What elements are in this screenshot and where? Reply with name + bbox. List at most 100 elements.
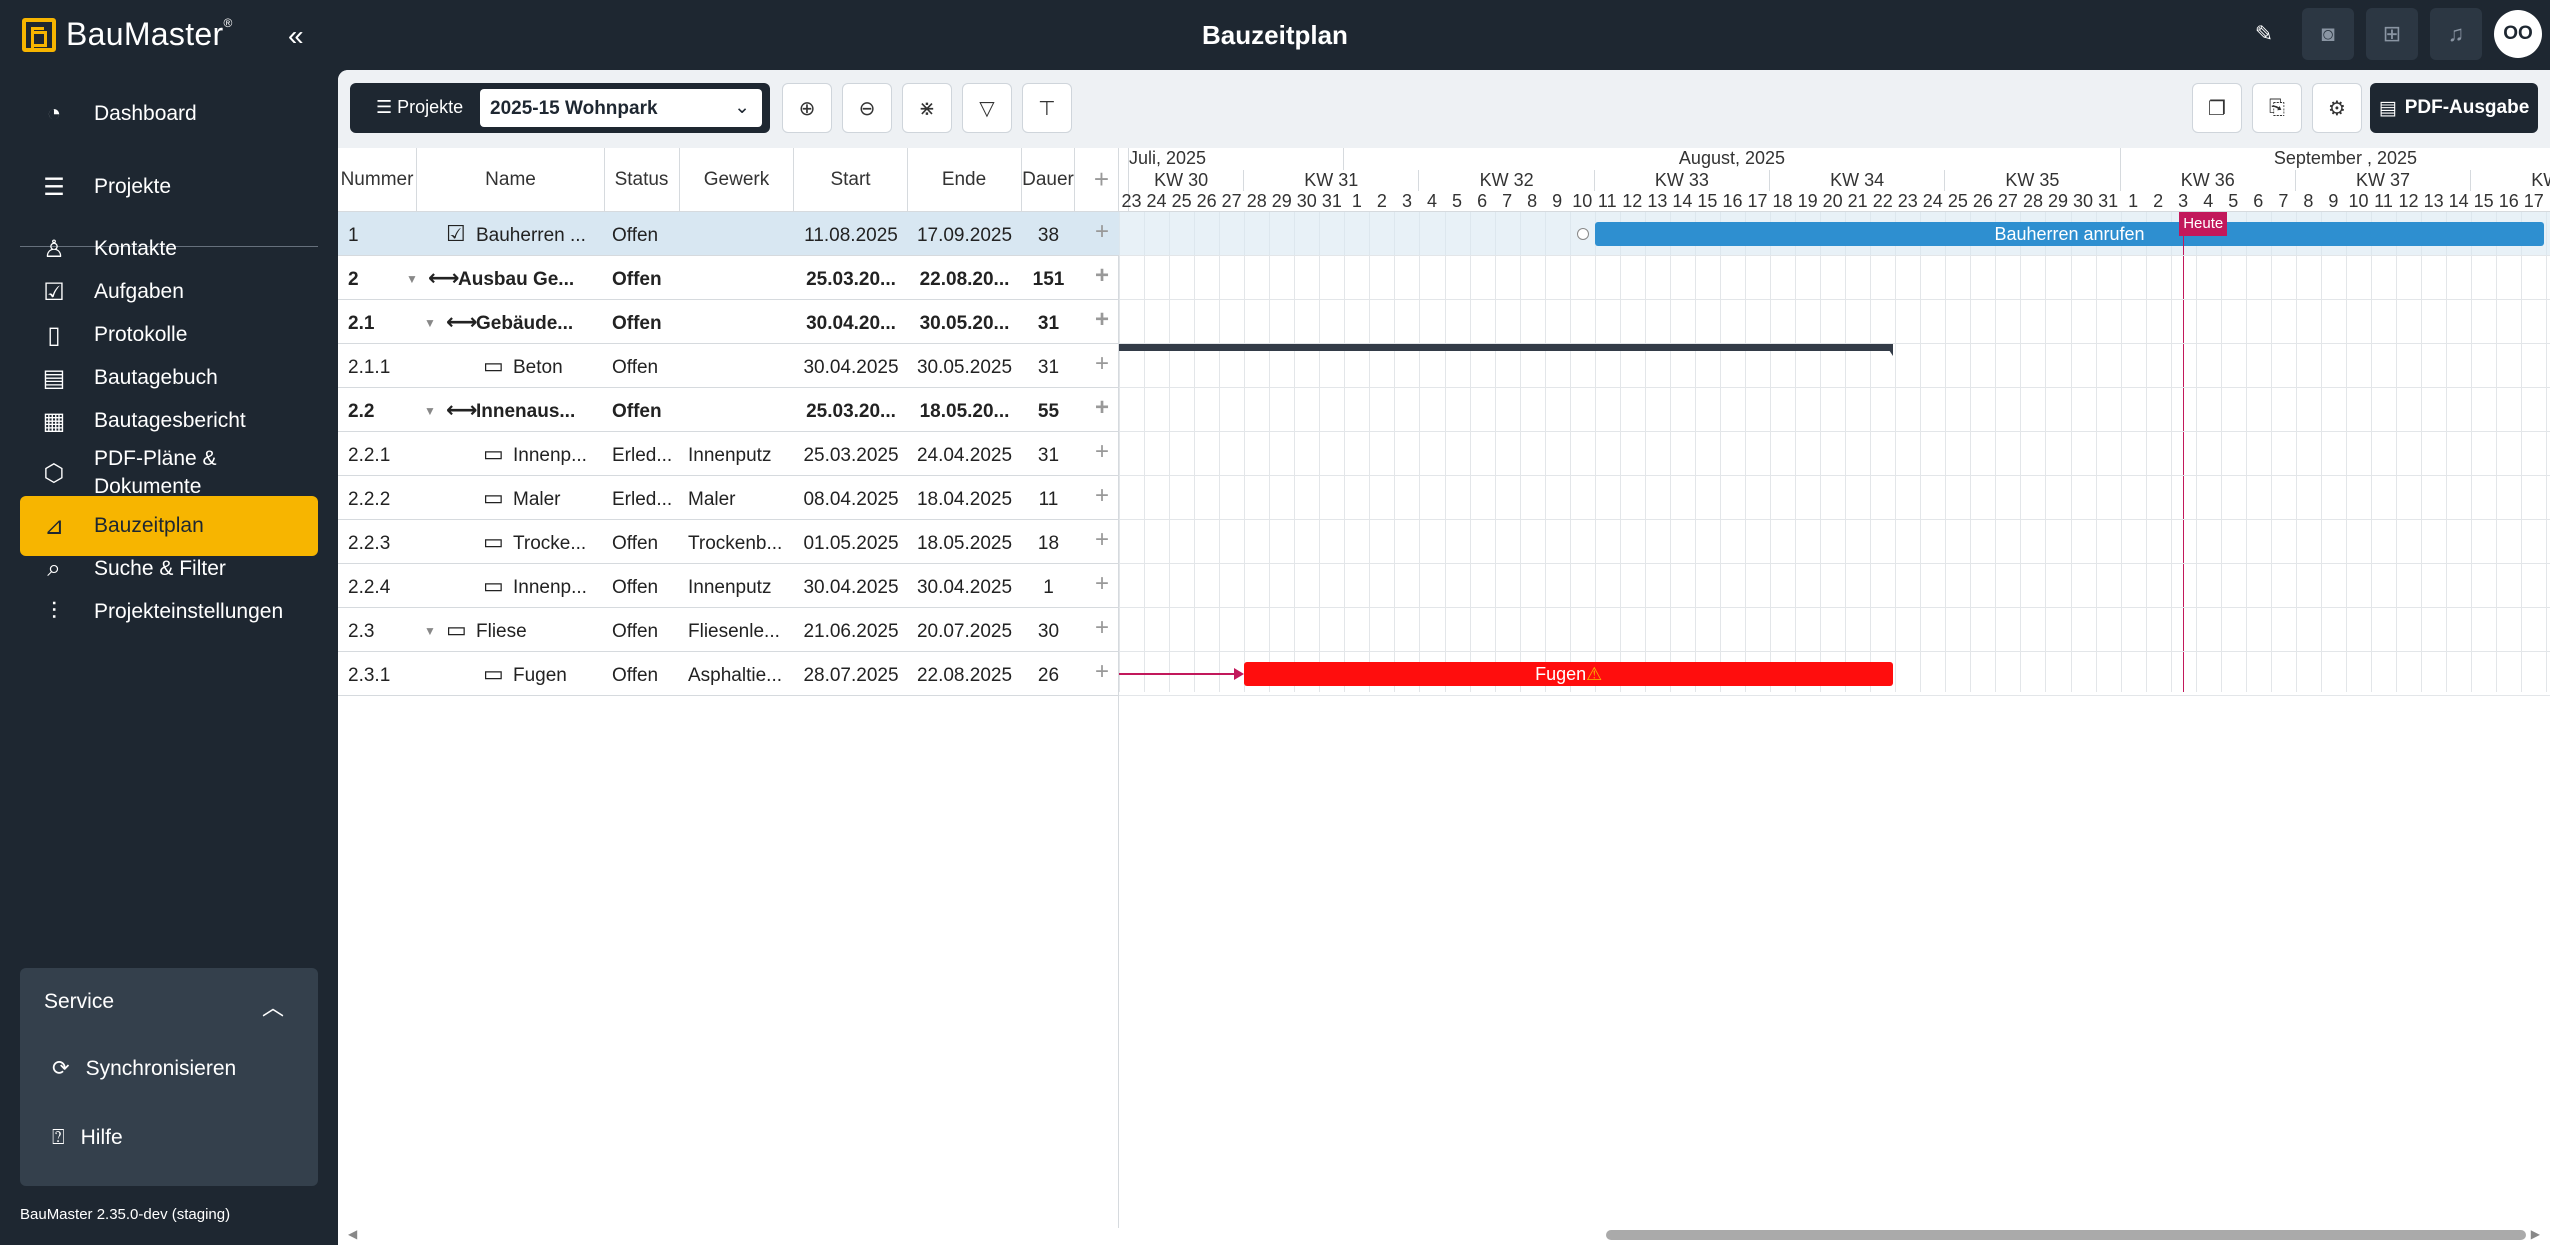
zoom-in-button[interactable]: ⊕ bbox=[782, 83, 832, 133]
projects-link[interactable]: ☰ Projekte bbox=[376, 97, 463, 118]
collapse-sidebar-icon[interactable]: « bbox=[288, 20, 304, 52]
grid-line bbox=[1144, 212, 1146, 692]
gantt-bar[interactable]: Bauherren anrufen bbox=[1594, 222, 2545, 246]
chevron-down-icon: ⌄ bbox=[734, 97, 750, 118]
cell-dauer: 26 bbox=[1037, 665, 1060, 686]
cell-nummer: 2.3.1 bbox=[348, 665, 391, 686]
link-handle-start[interactable] bbox=[1576, 228, 1589, 240]
timeline-day: 31 bbox=[2098, 191, 2119, 211]
chevron-up-icon[interactable]: ︿ bbox=[262, 990, 284, 1022]
timeline-day: 6 bbox=[2253, 191, 2264, 211]
table-row[interactable]: 2 ▼ ⟷ Ausbau Ge... Offen 25.03.20... 22.08.20.… bbox=[338, 256, 1119, 300]
scroll-right-icon[interactable]: ▶ bbox=[2531, 1227, 2540, 1241]
filter-icon: ▽ bbox=[979, 97, 995, 120]
copy-button[interactable]: ❐ bbox=[2192, 83, 2242, 133]
nav-label: Bauzeitplan bbox=[94, 514, 204, 537]
expand-chevron-icon[interactable]: ▼ bbox=[406, 272, 418, 286]
list-icon: ☰ bbox=[43, 173, 65, 201]
expand-chevron-icon[interactable]: ▼ bbox=[424, 316, 436, 330]
service-title[interactable]: Service bbox=[44, 990, 114, 1014]
grid-line bbox=[2220, 212, 2222, 692]
timeline-week: KW 31 bbox=[1244, 170, 1420, 191]
cell-name: Innenp... bbox=[513, 577, 587, 598]
gantt-row-line bbox=[1119, 563, 2550, 564]
table-row[interactable]: 2.1 ▼ ⟷ Gebäude... Offen 30.04.20... 30.05.20.… bbox=[338, 300, 1119, 344]
cell-name: Innenp... bbox=[513, 445, 587, 466]
cell-start: 25.03.20... bbox=[806, 401, 896, 422]
cell-ende: 22.08.2025 bbox=[916, 665, 1013, 686]
grid-line bbox=[1669, 212, 1671, 692]
timeline-month: August, 2025 bbox=[1344, 148, 2121, 170]
header-col-dauer: Dauer bbox=[1022, 148, 1075, 212]
grid-line bbox=[1369, 212, 1371, 692]
table-row[interactable]: 2.2.1 ▭ Innenp... Erled... Innenputz 25.03.20… bbox=[338, 432, 1119, 476]
table-row[interactable]: 2.3 ▼ ▭ Fliese Offen Fliesenle... 21.06.2025 20… bbox=[338, 608, 1119, 652]
fit-button[interactable]: ⋇ bbox=[902, 83, 952, 133]
table-row[interactable]: 2.2.4 ▭ Innenp... Offen Innenputz 30.04.2025 3… bbox=[338, 564, 1119, 608]
camera-icon[interactable]: ◙ bbox=[2302, 8, 2354, 60]
nav-label: Aufgaben bbox=[94, 280, 184, 303]
table-row[interactable]: 1 ☑ Bauherren ... Offen 11.08.2025 17.09.2025… bbox=[338, 212, 1119, 256]
grid-line bbox=[1694, 212, 1696, 692]
grid-line bbox=[2421, 212, 2423, 692]
timeline-week: KW 32 bbox=[1419, 170, 1595, 191]
grid-line bbox=[1394, 212, 1396, 692]
timeline-day: 15 bbox=[1697, 191, 1718, 211]
grid-line bbox=[1269, 212, 1271, 692]
expand-chevron-icon[interactable]: ▼ bbox=[424, 404, 436, 418]
add-photo-icon[interactable]: ⊞ bbox=[2366, 8, 2418, 60]
nav-item-projekteinstellungen[interactable]: ⫶ Projekteinstellungen bbox=[20, 582, 318, 642]
grid-line bbox=[1319, 212, 1321, 692]
gantt-row-line bbox=[1119, 255, 2550, 256]
table-row[interactable]: 2.2.3 ▭ Trocke... Offen Trockenb... 01.05.202… bbox=[338, 520, 1119, 564]
pdf-icon: ▤ bbox=[2378, 97, 2397, 119]
nav-item-dashboard[interactable]: ◔ Dashboard bbox=[20, 84, 318, 144]
nav-item-projekte[interactable]: ☰ Projekte bbox=[20, 157, 318, 217]
timeline-header: Juli, 2025 August, 2025 September , 2025 KW… bbox=[1119, 148, 2550, 212]
grid-line bbox=[1569, 212, 1571, 692]
grid-line bbox=[2070, 212, 2072, 692]
timeline-day: 29 bbox=[1271, 191, 1292, 211]
format-button[interactable]: ⊤ bbox=[1022, 83, 1072, 133]
header-col-ende: Ende bbox=[907, 148, 1022, 212]
zoom-out-button[interactable]: ⊖ bbox=[842, 83, 892, 133]
cell-start: 08.04.2025 bbox=[803, 489, 899, 510]
horizontal-scrollbar[interactable]: ◀ ▶ bbox=[348, 1227, 2540, 1241]
help-item[interactable]: ⍰ Hilfe bbox=[52, 1126, 123, 1150]
gantt-row-line bbox=[1119, 431, 2550, 432]
timeline-month: September , 2025 bbox=[2121, 148, 2550, 170]
timeline-day: 8 bbox=[1527, 191, 1538, 211]
timeline-day: 12 bbox=[2398, 191, 2419, 211]
gantt-bar[interactable]: Fugen ⚠ bbox=[1244, 662, 1894, 686]
edit-icon[interactable]: ✎ bbox=[2238, 8, 2290, 60]
top-bar: BauMaster® « Bauzeitplan ✎ ◙ ⊞ ♫ OO bbox=[0, 0, 2550, 70]
bar-label: Fugen bbox=[1535, 663, 1587, 684]
avatar[interactable]: OO bbox=[2494, 10, 2542, 58]
grid-line bbox=[1644, 212, 1646, 692]
expand-chevron-icon[interactable]: ▼ bbox=[424, 624, 436, 638]
scroll-thumb[interactable] bbox=[1606, 1230, 2526, 1240]
sync-item[interactable]: ⟳ Synchronisieren bbox=[52, 1056, 236, 1081]
table-row[interactable]: 2.1.1 ▭ Beton Offen 30.04.2025 30.05.2025 31 + bbox=[338, 344, 1119, 388]
scroll-left-icon[interactable]: ◀ bbox=[348, 1227, 357, 1241]
bell-icon[interactable]: ♫ bbox=[2430, 8, 2482, 60]
timeline-month: Juli, 2025 bbox=[1119, 148, 1345, 170]
filter-button[interactable]: ▽ bbox=[962, 83, 1012, 133]
grid-line bbox=[1870, 212, 1872, 692]
summary-arrows-icon: ⟷ bbox=[446, 397, 478, 422]
import-button[interactable]: ⎘ bbox=[2252, 83, 2302, 133]
table-row[interactable]: 2.2 ▼ ⟷ Innenaus... Offen 25.03.20... 18.05.20… bbox=[338, 388, 1119, 432]
pdf-export-button[interactable]: ▤ PDF-Ausgabe bbox=[2370, 83, 2538, 133]
settings-button[interactable]: ⚙ bbox=[2312, 83, 2362, 133]
grid-line bbox=[2020, 212, 2022, 692]
grid-line bbox=[2045, 212, 2047, 692]
logo[interactable]: BauMaster® bbox=[22, 16, 233, 53]
cell-name: Fliese bbox=[476, 621, 527, 642]
cell-dauer: 55 bbox=[1037, 401, 1060, 422]
timeline-day: 20 bbox=[1822, 191, 1843, 211]
timeline-day: 10 bbox=[1572, 191, 1593, 211]
project-select[interactable]: 2025-15 Wohnpark ⌄ bbox=[480, 89, 762, 127]
timeline-day: 4 bbox=[2203, 191, 2214, 211]
table-row[interactable]: 2.2.2 ▭ Maler Erled... Maler 08.04.2025 18.04.… bbox=[338, 476, 1119, 520]
table-row[interactable]: 2.3.1 ▭ Fugen Offen Asphaltie... 28.07.2025 22… bbox=[338, 652, 1119, 696]
